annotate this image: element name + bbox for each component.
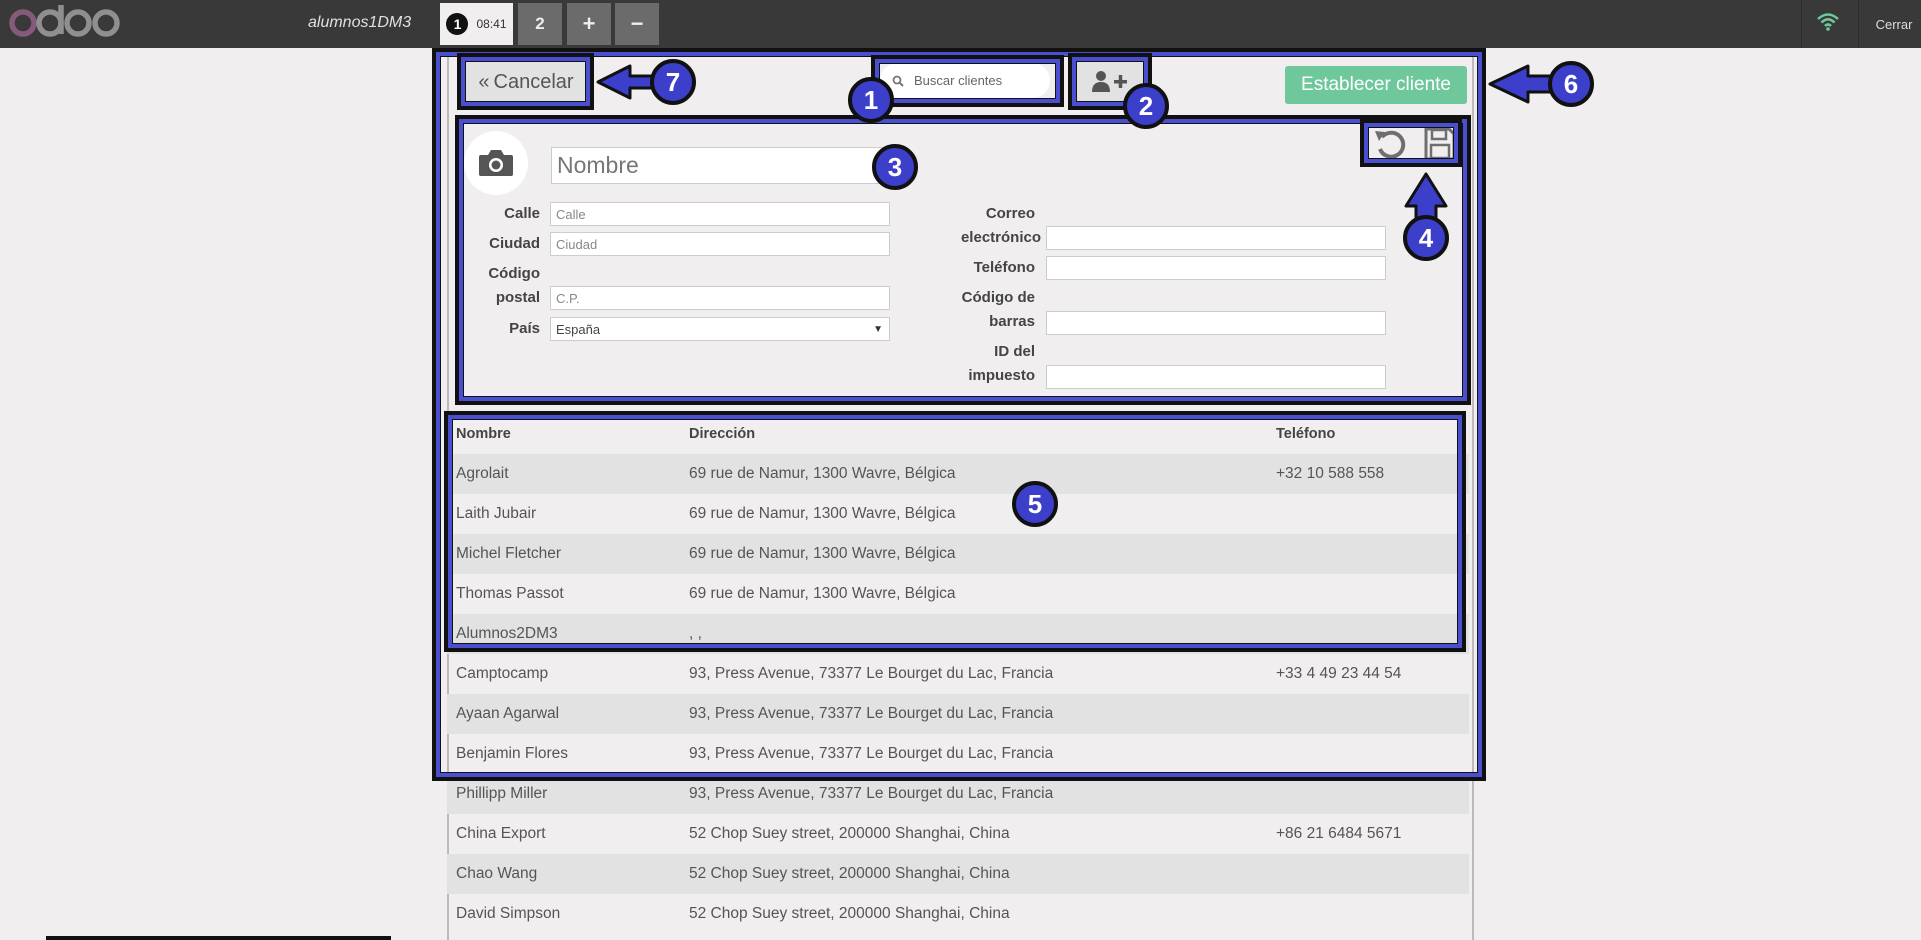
annotation-badge-5: 5	[1012, 481, 1058, 527]
annotation-badge-4: 4	[1403, 215, 1449, 261]
annotation-badge-1: 1	[848, 77, 894, 123]
annotation-badge-2: 2	[1123, 83, 1169, 129]
annotation-badge-6: 6	[1548, 61, 1594, 107]
annotation-badge-7: 7	[650, 59, 696, 105]
bottom-scroll-indicator	[46, 936, 391, 940]
annotation-badge-3: 3	[872, 144, 918, 190]
annotation-arrows	[596, 64, 1564, 230]
